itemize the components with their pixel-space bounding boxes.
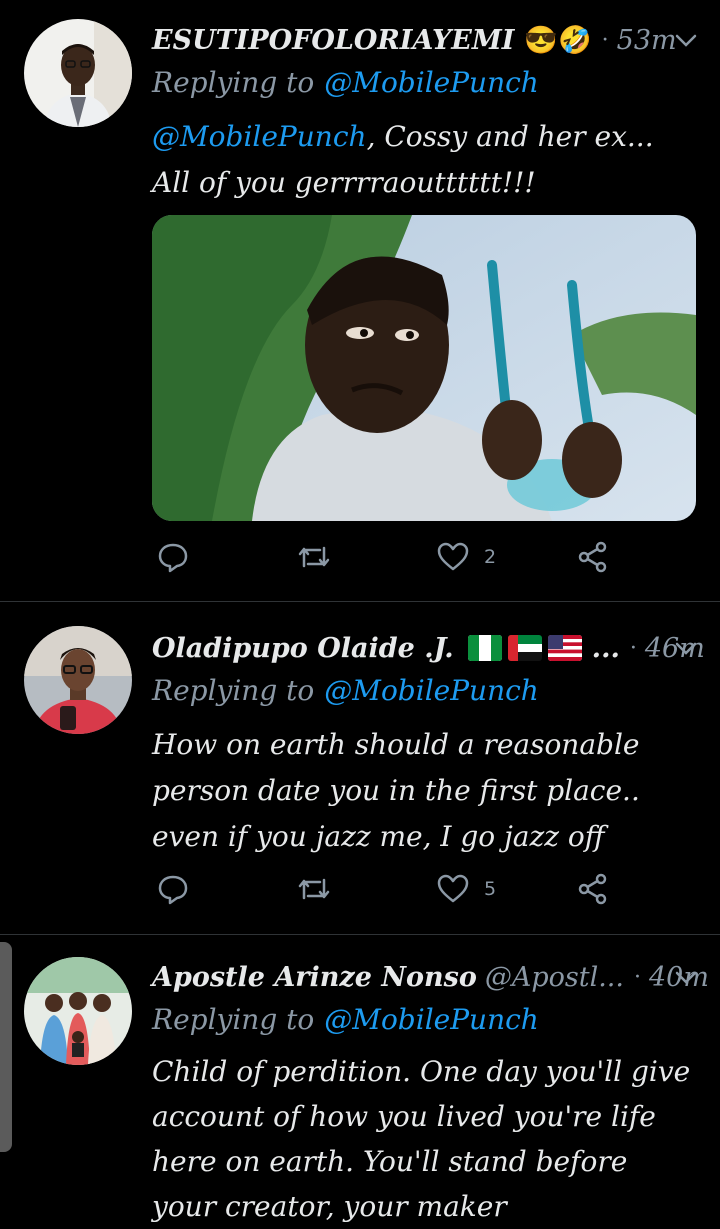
nigeria-flag-icon xyxy=(467,635,502,661)
like-button[interactable]: 5 xyxy=(436,872,496,906)
replying-handle-link[interactable]: @MobilePunch xyxy=(324,674,539,707)
reply-button[interactable] xyxy=(156,540,190,574)
tweet-2[interactable]: Oladipupo Olaide .J. ... · 46m Replying … xyxy=(0,602,720,935)
body-mention-link[interactable]: @MobilePunch xyxy=(152,120,367,153)
like-count: 5 xyxy=(484,878,497,900)
like-icon xyxy=(437,874,469,903)
avatar[interactable] xyxy=(24,626,132,734)
replying-to: Replying to @MobilePunch xyxy=(152,66,539,99)
tweet-header: ESUTIPOFOLORIAYEMI 😎🤣 · 53m xyxy=(152,18,700,62)
tweet-header: Oladipupo Olaide .J. ... · 46m xyxy=(152,626,705,670)
separator: · xyxy=(601,27,609,53)
reply-icon xyxy=(158,543,188,573)
tweet-header: Apostle Arinze Nonso @Apostl... · 40m xyxy=(152,955,709,999)
chevron-down-icon[interactable] xyxy=(672,26,700,58)
name-flags xyxy=(467,635,582,661)
tweet-text: How on earth should a reasonable person … xyxy=(152,728,640,853)
avatar[interactable] xyxy=(24,957,132,1065)
replying-to: Replying to @MobilePunch xyxy=(152,674,539,707)
share-button[interactable] xyxy=(576,540,610,574)
retweet-button[interactable] xyxy=(296,540,332,574)
uae-flag-icon xyxy=(507,635,542,661)
tweet-3[interactable]: Apostle Arinze Nonso @Apostl... · 40m Re… xyxy=(0,935,720,1223)
reply-button[interactable] xyxy=(156,872,190,906)
replying-handle-link[interactable]: @MobilePunch xyxy=(324,1003,539,1036)
retweet-icon xyxy=(298,546,330,568)
replying-label: Replying to xyxy=(152,674,315,707)
like-count: 2 xyxy=(484,546,497,568)
tweet-actions: 5 xyxy=(152,872,632,912)
avatar[interactable] xyxy=(24,19,132,127)
share-button[interactable] xyxy=(576,872,610,906)
timestamp[interactable]: 53m xyxy=(617,25,677,56)
chevron-down-icon[interactable] xyxy=(672,634,700,666)
scrollbar-thumb[interactable] xyxy=(0,942,12,1152)
retweet-icon xyxy=(298,878,330,900)
reply-icon xyxy=(158,875,188,905)
user-handle[interactable]: @Apostl... xyxy=(485,962,624,993)
display-name[interactable]: ESUTIPOFOLORIAYEMI xyxy=(152,25,514,56)
share-icon xyxy=(578,541,607,573)
like-icon xyxy=(437,542,469,571)
tweet-text: Child of perdition. One day you'll give … xyxy=(152,1055,691,1223)
separator: · xyxy=(633,964,641,990)
replying-handle-link[interactable]: @MobilePunch xyxy=(324,66,539,99)
replying-to: Replying to @MobilePunch xyxy=(152,1003,539,1036)
display-name[interactable]: Oladipupo Olaide .J. xyxy=(152,633,454,664)
tweet-actions: 2 xyxy=(152,540,632,580)
share-icon xyxy=(578,873,607,905)
name-emoji: 😎🤣 xyxy=(524,25,592,56)
like-button[interactable]: 2 xyxy=(436,540,496,574)
name-truncation: ... xyxy=(591,632,620,664)
display-name[interactable]: Apostle Arinze Nonso xyxy=(152,962,477,993)
retweet-button[interactable] xyxy=(296,872,332,906)
separator: · xyxy=(629,635,637,661)
chevron-down-icon[interactable] xyxy=(672,963,700,995)
usa-flag-icon xyxy=(547,635,582,661)
tweet-image[interactable] xyxy=(152,215,696,521)
replying-label: Replying to xyxy=(152,1003,315,1036)
tweet-1[interactable]: ESUTIPOFOLORIAYEMI 😎🤣 · 53m Replying to @… xyxy=(0,0,720,602)
tweet-text: @MobilePunch, Cossy and her ex... All of… xyxy=(152,114,696,206)
replying-label: Replying to xyxy=(152,66,315,99)
